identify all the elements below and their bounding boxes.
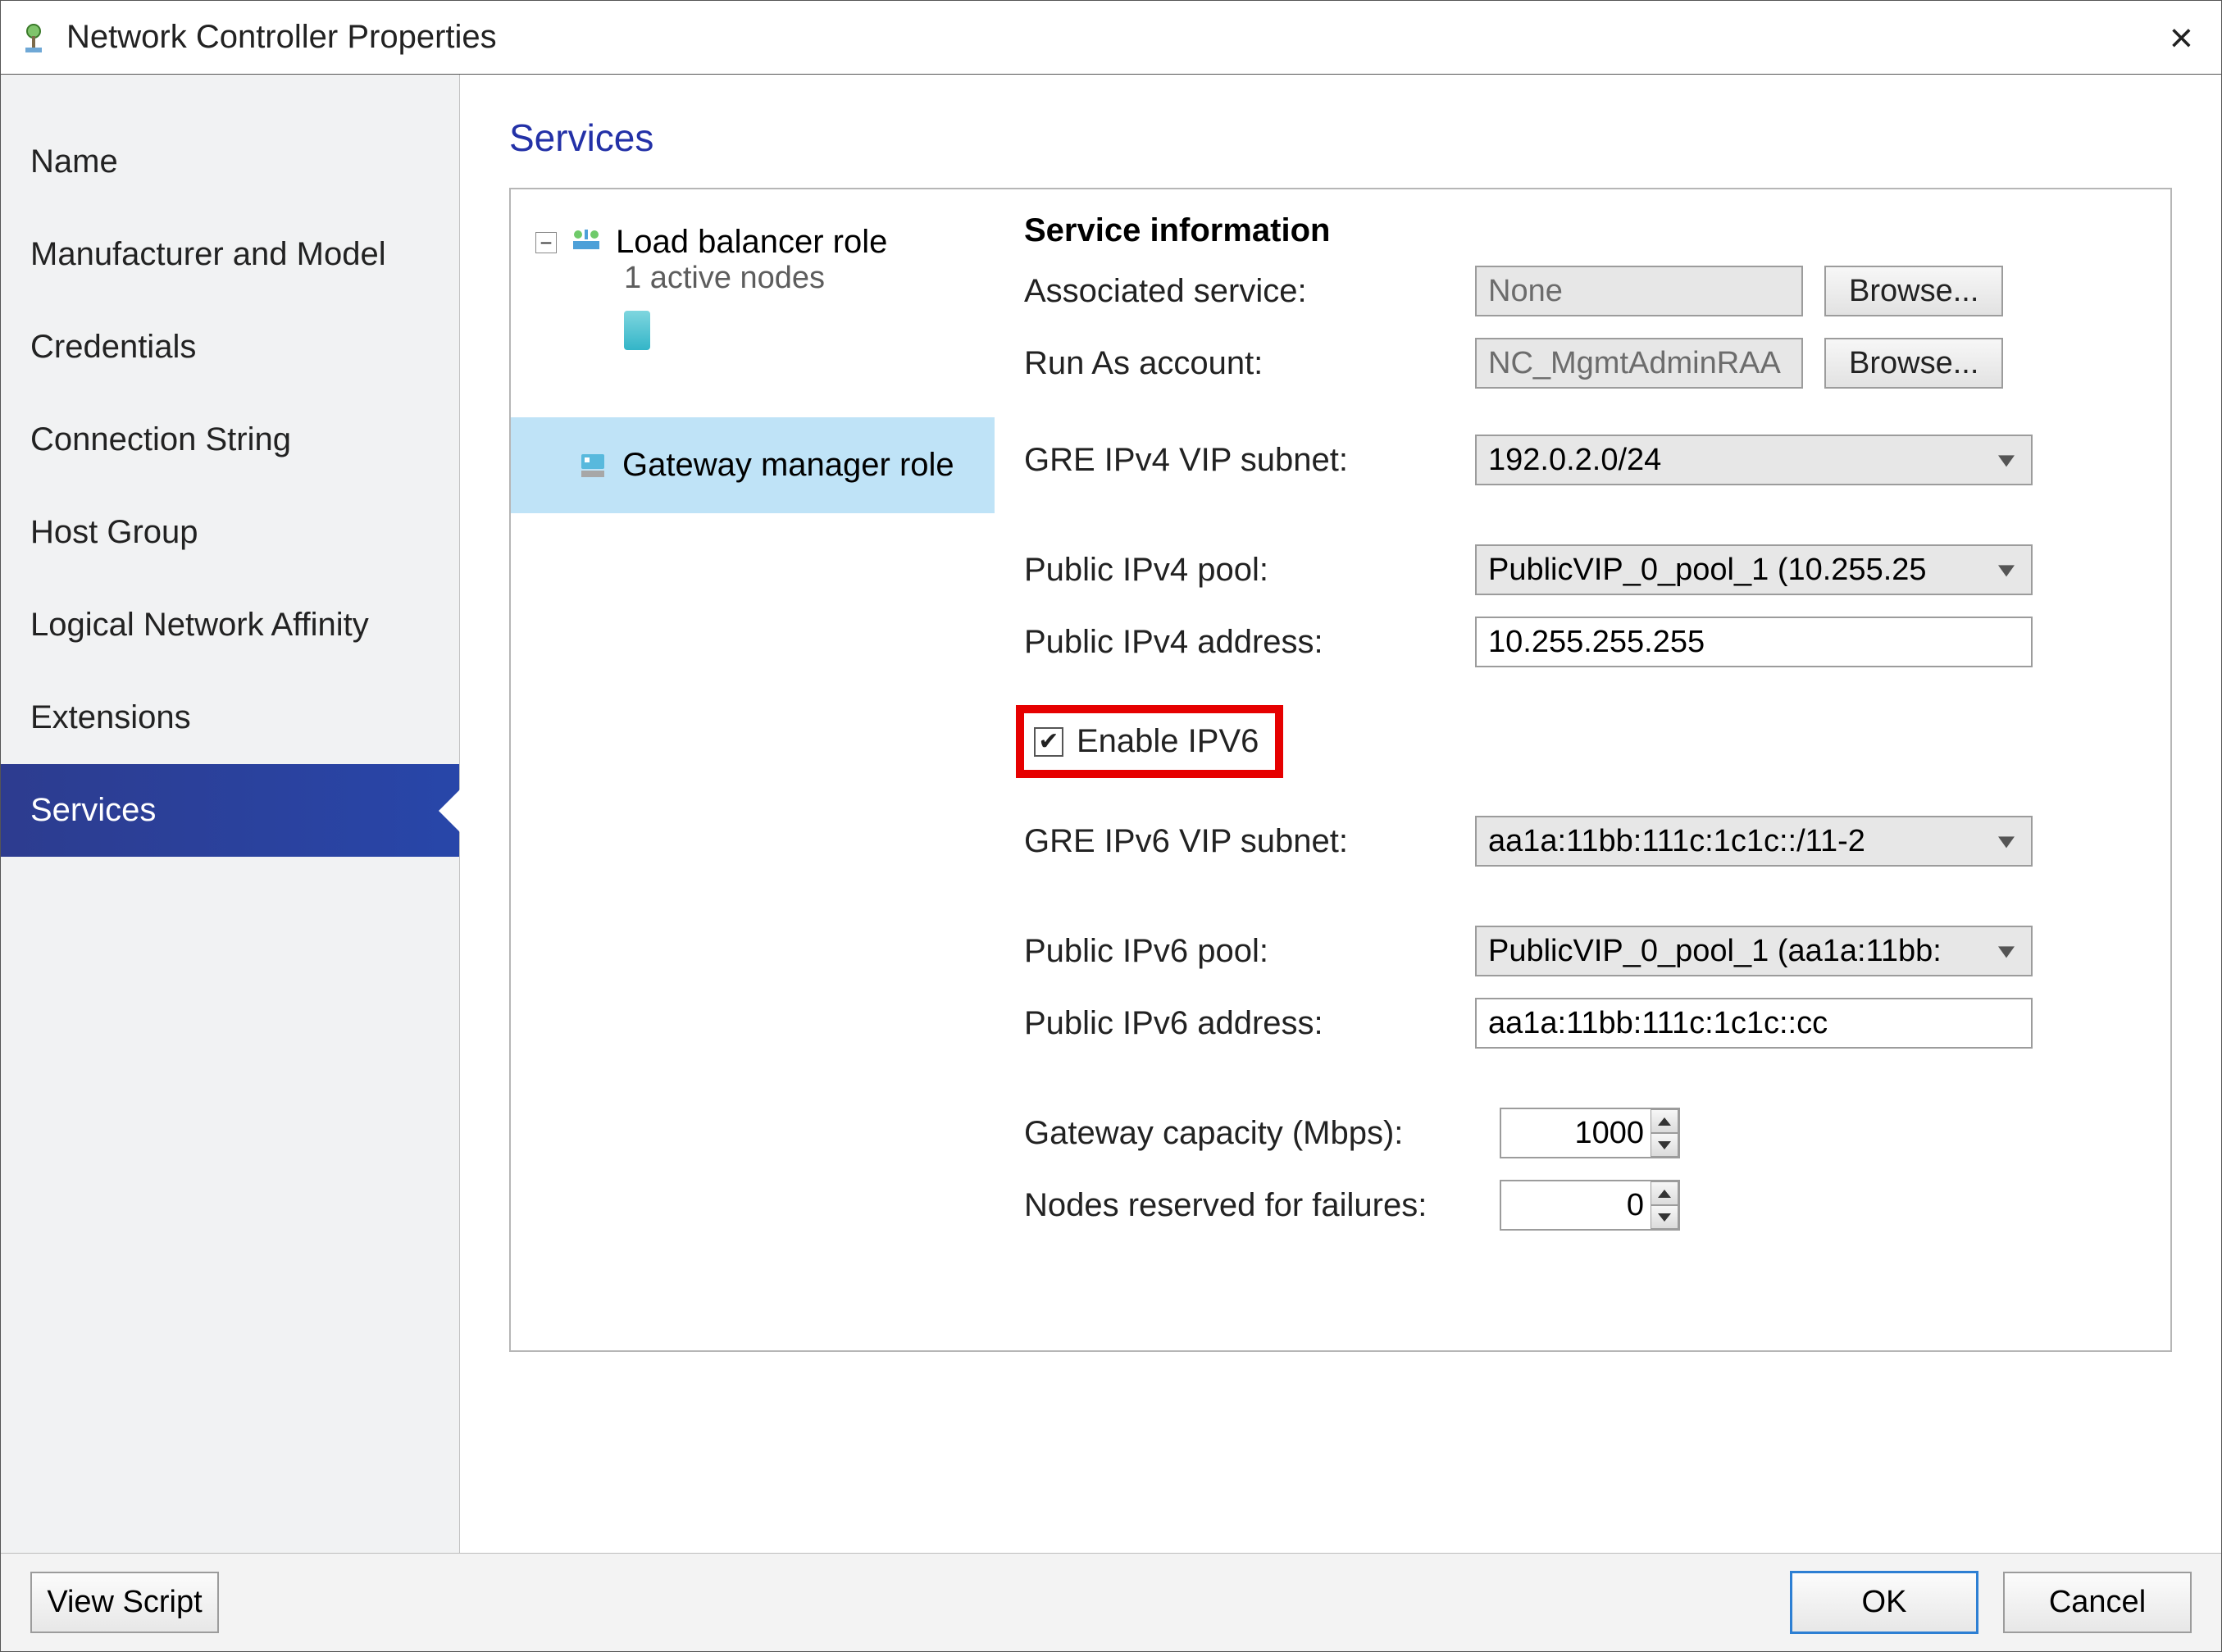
public-ipv4-pool-dropdown[interactable]: PublicVIP_0_pool_1 (10.255.25 [1475, 544, 2033, 595]
browse-associated-service-button[interactable]: Browse... [1824, 266, 2003, 316]
sidebar-item-services[interactable]: Services [1, 764, 459, 857]
public-ipv4-addr-input[interactable] [1475, 617, 2033, 667]
services-box: − Load balancer role 1 active nodes [509, 188, 2172, 1352]
spin-down-icon[interactable] [1651, 1205, 1678, 1229]
enable-ipv6-label: Enable IPV6 [1077, 723, 1259, 760]
tree-item-gateway[interactable]: Gateway manager role [511, 417, 995, 513]
title-bar: Network Controller Properties × [1, 1, 2221, 75]
gateway-icon [576, 449, 609, 482]
sidebar-item-manufacturer[interactable]: Manufacturer and Model [1, 208, 459, 301]
tree-label: Gateway manager role [622, 447, 954, 484]
spin-up-icon[interactable] [1651, 1181, 1678, 1205]
label-run-as: Run As account: [1024, 345, 1459, 382]
services-panel: Services − L [460, 75, 2221, 1553]
browse-run-as-button[interactable]: Browse... [1824, 338, 2003, 389]
label-gre-ipv6: GRE IPv6 VIP subnet: [1024, 823, 1459, 860]
spin-down-icon[interactable] [1651, 1133, 1678, 1157]
checkbox-icon: ✔ [1034, 727, 1063, 757]
panel-title: Services [509, 116, 2172, 160]
public-ipv6-addr-input[interactable] [1475, 998, 2033, 1049]
cancel-button[interactable]: Cancel [2003, 1572, 2192, 1633]
sidebar-item-credentials[interactable]: Credentials [1, 301, 459, 394]
content-area: Name Manufacturer and Model Credentials … [1, 75, 2221, 1553]
label-public-ipv4-addr: Public IPv4 address: [1024, 624, 1459, 661]
enable-ipv6-checkbox-wrap[interactable]: ✔ Enable IPV6 [1024, 713, 1275, 770]
load-balancer-icon [570, 226, 603, 259]
tree-label: Load balancer role [616, 224, 887, 261]
tree-subtitle: 1 active nodes [624, 261, 995, 296]
window-title: Network Controller Properties [66, 19, 2158, 56]
ok-button[interactable]: OK [1790, 1571, 1978, 1634]
label-nodes-reserved: Nodes reserved for failures: [1024, 1187, 1483, 1224]
sidebar-item-extensions[interactable]: Extensions [1, 671, 459, 764]
sidebar-item-host-group[interactable]: Host Group [1, 486, 459, 579]
view-script-button[interactable]: View Script [30, 1572, 219, 1633]
label-gre-ipv4: GRE IPv4 VIP subnet: [1024, 442, 1459, 479]
roles-tree: − Load balancer role 1 active nodes [511, 189, 995, 1350]
tree-collapse-icon[interactable]: − [535, 232, 557, 253]
label-public-ipv6-addr: Public IPv6 address: [1024, 1005, 1459, 1042]
label-associated-service: Associated service: [1024, 273, 1459, 310]
close-icon[interactable]: × [2158, 14, 2205, 61]
tree-item-load-balancer[interactable]: − Load balancer role 1 active nodes [511, 214, 995, 360]
sidebar-item-connection-string[interactable]: Connection String [1, 394, 459, 486]
gre-ipv6-dropdown[interactable]: aa1a:11bb:111c:1c1c::/11-2 [1475, 816, 2033, 867]
section-title: Service information [1024, 212, 2141, 249]
spin-up-icon[interactable] [1651, 1109, 1678, 1133]
dialog-footer: View Script OK Cancel [1, 1553, 2221, 1651]
public-ipv6-pool-dropdown[interactable]: PublicVIP_0_pool_1 (aa1a:11bb: [1475, 926, 2033, 976]
label-public-ipv6-pool: Public IPv6 pool: [1024, 933, 1459, 970]
gre-ipv4-dropdown[interactable]: 192.0.2.0/24 [1475, 435, 2033, 485]
label-public-ipv4-pool: Public IPv4 pool: [1024, 552, 1459, 589]
sidebar-item-name[interactable]: Name [1, 116, 459, 208]
sidebar-item-logical-network-affinity[interactable]: Logical Network Affinity [1, 579, 459, 671]
node-icon [624, 311, 995, 350]
app-icon [17, 21, 50, 54]
label-gateway-capacity: Gateway capacity (Mbps): [1024, 1115, 1483, 1152]
sidebar-nav: Name Manufacturer and Model Credentials … [1, 75, 460, 1553]
service-info-form: Service information Associated service: … [995, 189, 2170, 1350]
run-as-value: NC_MgmtAdminRAA [1475, 338, 1803, 389]
associated-service-value: None [1475, 266, 1803, 316]
